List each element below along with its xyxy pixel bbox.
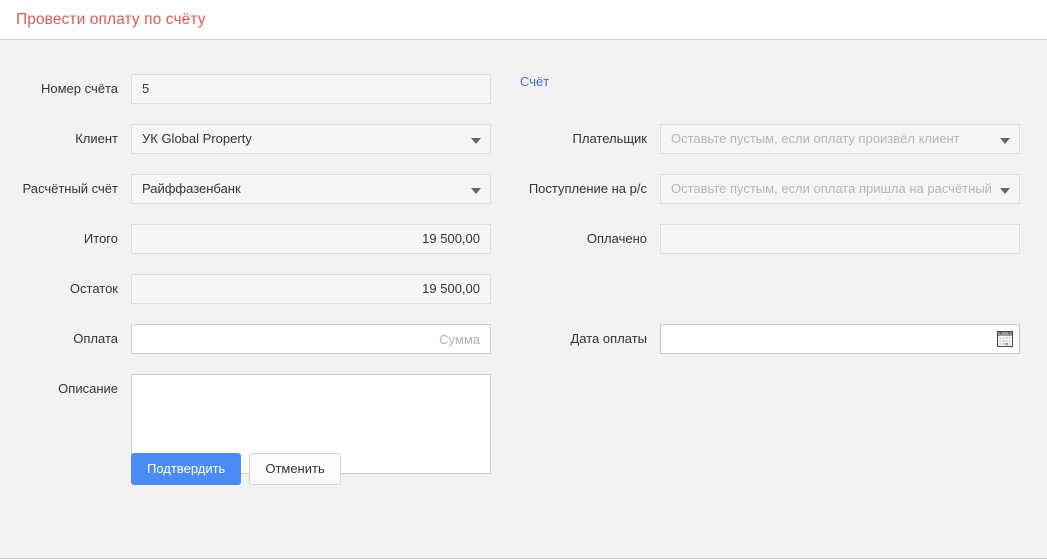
field-row-payment-date: Дата оплаты <box>505 324 1020 354</box>
page-title: Провести оплату по счёту <box>16 11 206 29</box>
receipt-account-select[interactable]: Оставьте пустым, если оплата пришла на р… <box>660 174 1020 204</box>
invoice-number-field-wrap: 5 <box>131 74 491 104</box>
field-row-settlement-account: Расчётный счёт Райффазенбанк <box>0 174 491 204</box>
payment-amount-input[interactable] <box>131 324 491 354</box>
receipt-account-field-wrap: Оставьте пустым, если оплата пришла на р… <box>660 174 1020 204</box>
label-balance: Остаток <box>0 274 131 304</box>
payer-select-placeholder: Оставьте пустым, если оплату произвёл кл… <box>671 131 960 146</box>
field-row-payer: Плательщик Оставьте пустым, если оплату … <box>505 124 1020 154</box>
payment-date-field-wrap <box>660 324 1020 354</box>
client-select-value: УК Global Property <box>142 131 252 146</box>
settlement-account-select[interactable]: Райффазенбанк <box>131 174 491 204</box>
invoice-number-input[interactable]: 5 <box>131 74 491 104</box>
label-receipt-account: Поступление на р/с <box>505 174 660 204</box>
receipt-account-select-placeholder: Оставьте пустым, если оплата пришла на р… <box>671 181 992 196</box>
label-description: Описание <box>0 374 131 404</box>
label-settlement-account: Расчётный счёт <box>0 174 131 204</box>
label-paid: Оплачено <box>505 224 660 254</box>
label-payment: Оплата <box>0 324 131 354</box>
field-row-balance: Остаток 19 500,00 <box>0 274 491 304</box>
payer-select[interactable]: Оставьте пустым, если оплату произвёл кл… <box>660 124 1020 154</box>
settlement-account-select-value: Райффазенбанк <box>142 181 241 196</box>
field-row-total: Итого 19 500,00 <box>0 224 491 254</box>
cancel-button[interactable]: Отменить <box>249 453 340 485</box>
form-body: Номер счёта 5 Клиент УК Global Property … <box>0 40 1047 558</box>
account-link[interactable]: Счёт <box>520 74 549 89</box>
field-row-receipt-account: Поступление на р/с Оставьте пустым, если… <box>505 174 1020 204</box>
label-payer: Плательщик <box>505 124 660 154</box>
chevron-down-icon <box>471 138 481 144</box>
label-payment-date: Дата оплаты <box>505 324 660 354</box>
calendar-icon[interactable] <box>997 331 1013 347</box>
client-select[interactable]: УК Global Property <box>131 124 491 154</box>
paid-field-wrap <box>660 224 1020 254</box>
label-invoice-number: Номер счёта <box>0 74 131 104</box>
total-input: 19 500,00 <box>131 224 491 254</box>
field-row-client: Клиент УК Global Property <box>0 124 491 154</box>
payment-field-wrap <box>131 324 491 354</box>
form-actions: Подтвердить Отменить <box>131 453 341 485</box>
chevron-down-icon <box>1000 188 1010 194</box>
paid-input <box>660 224 1020 254</box>
label-total: Итого <box>0 224 131 254</box>
settlement-account-field-wrap: Райффазенбанк <box>131 174 491 204</box>
label-client: Клиент <box>0 124 131 154</box>
confirm-button[interactable]: Подтвердить <box>131 453 241 485</box>
balance-field-wrap: 19 500,00 <box>131 274 491 304</box>
page-header: Провести оплату по счёту <box>0 0 1047 40</box>
balance-input: 19 500,00 <box>131 274 491 304</box>
total-field-wrap: 19 500,00 <box>131 224 491 254</box>
payment-form-page: Провести оплату по счёту Номер счёта 5 К… <box>0 0 1047 559</box>
account-link-row: Счёт <box>520 74 549 89</box>
chevron-down-icon <box>1000 138 1010 144</box>
field-row-payment: Оплата <box>0 324 491 354</box>
payer-field-wrap: Оставьте пустым, если оплату произвёл кл… <box>660 124 1020 154</box>
payment-date-input[interactable] <box>660 324 1020 354</box>
client-field-wrap: УК Global Property <box>131 124 491 154</box>
chevron-down-icon <box>471 188 481 194</box>
field-row-paid: Оплачено <box>505 224 1020 254</box>
field-row-invoice-number: Номер счёта 5 <box>0 74 491 104</box>
